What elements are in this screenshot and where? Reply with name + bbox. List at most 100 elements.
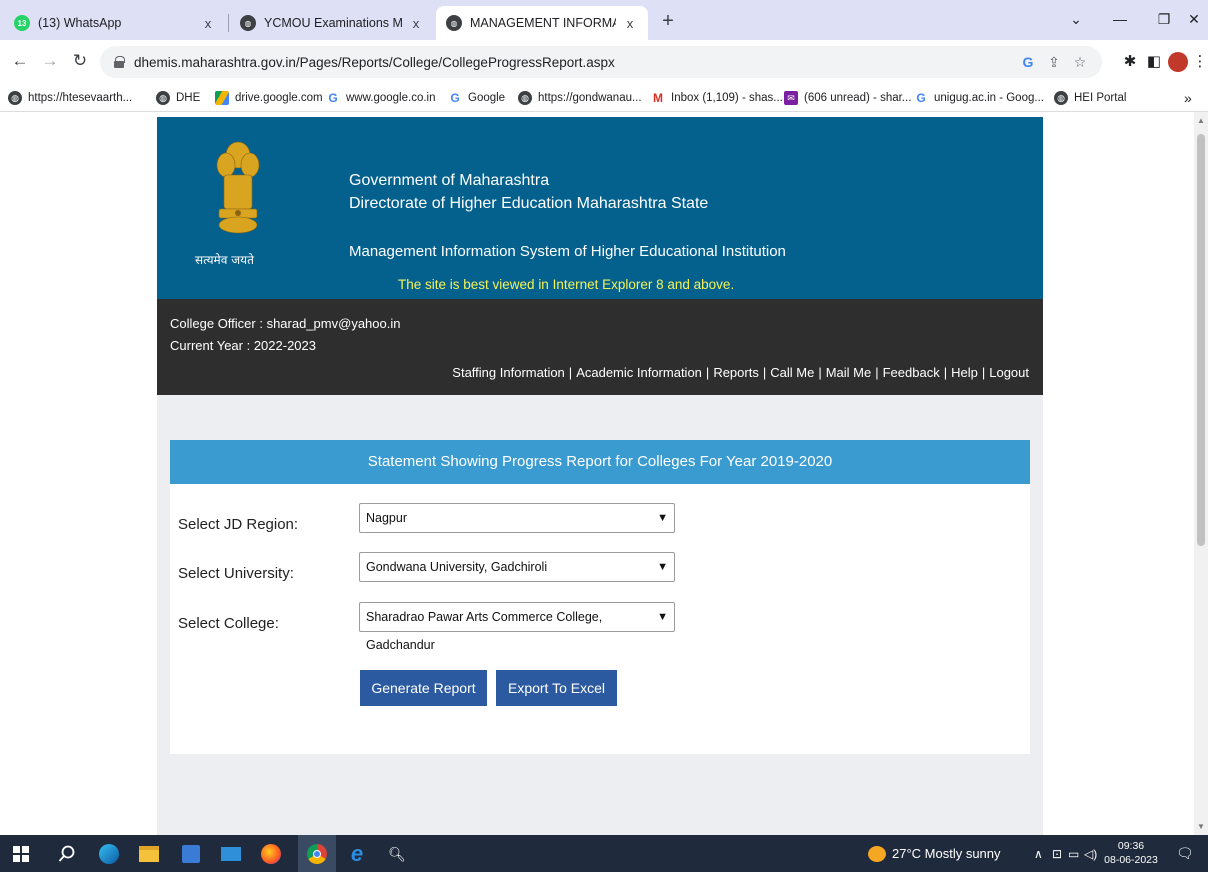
weather-widget[interactable]: 27°C Mostly sunny <box>868 835 1001 872</box>
page-viewport: सत्यमेव जयते Government of Maharashtra D… <box>0 112 1208 835</box>
bookmark-item[interactable]: ✉ (606 unread) - shar... <box>784 84 911 112</box>
tab-title: YCMOU Examinations May 2019 <box>264 16 402 30</box>
mail-icon: ✉ <box>784 91 798 105</box>
bookmark-item[interactable]: ◍ HEI Portal <box>1054 84 1126 112</box>
close-tab-icon[interactable]: x <box>408 16 424 31</box>
nav-separator: | <box>981 365 986 380</box>
nav-mail-me[interactable]: Mail Me <box>826 365 872 380</box>
vertical-scrollbar[interactable]: ▲ ▼ <box>1194 112 1208 835</box>
weather-text: 27°C Mostly sunny <box>892 846 1001 861</box>
clock-date: 08-06-2023 <box>1104 854 1158 866</box>
jd-region-select[interactable]: Nagpur ▼ <box>359 503 675 533</box>
current-year-text: Current Year : 2022-2023 <box>170 338 316 353</box>
whatsapp-icon: 13 <box>14 15 30 31</box>
tray-chevron-icon[interactable]: ∧ <box>1034 835 1043 872</box>
network-icon[interactable]: ▭ <box>1068 835 1079 872</box>
close-tab-icon[interactable]: x <box>200 16 216 31</box>
college-officer-text: College Officer : sharad_pmv@yahoo.in <box>170 316 401 331</box>
store-icon[interactable] <box>178 841 204 867</box>
internet-explorer-icon[interactable]: e <box>344 841 370 867</box>
windows-start-icon[interactable] <box>8 841 34 867</box>
address-bar[interactable]: dhemis.maharashtra.gov.in/Pages/Reports/… <box>100 46 1102 78</box>
nav-staffing-information[interactable]: Staffing Information <box>452 365 565 380</box>
main-nav: Staffing Information | Academic Informatio… <box>452 365 1029 380</box>
close-tab-icon[interactable]: x <box>622 16 638 31</box>
header-title: Government of Maharashtra <box>349 172 550 189</box>
bookmark-item[interactable]: G www.google.co.in <box>326 84 435 112</box>
nav-logout[interactable]: Logout <box>989 365 1029 380</box>
browser-tab-strip: 13 (13) WhatsApp x ◍ YCMOU Examinations … <box>0 0 1208 40</box>
meet-now-icon[interactable]: ⊡ <box>1052 835 1062 872</box>
tab-ycmou[interactable]: ◍ YCMOU Examinations May 2019 x <box>230 6 434 40</box>
back-arrow-icon[interactable]: ← <box>8 50 32 74</box>
user-info-bar: College Officer : sharad_pmv@yahoo.in Cu… <box>157 299 1043 395</box>
college-select[interactable]: Sharadrao Pawar Arts Commerce College, G… <box>359 602 675 652</box>
generate-report-button[interactable]: Generate Report <box>360 670 487 706</box>
firefox-icon[interactable] <box>258 841 284 867</box>
bookmark-label: https://gondwanau... <box>538 92 642 104</box>
university-value: Gondwana University, Gadchiroli <box>366 560 548 574</box>
bookmark-item[interactable]: ◍ DHE <box>156 84 200 112</box>
bookmark-item[interactable]: ◍ https://htesevaarth... <box>8 84 132 112</box>
profile-avatar-icon[interactable] <box>1166 50 1190 74</box>
nav-separator: | <box>943 365 948 380</box>
side-panel-icon[interactable]: ◧ <box>1142 50 1166 74</box>
tab-whatsapp[interactable]: 13 (13) WhatsApp x <box>4 6 226 40</box>
gmail-icon: M <box>653 91 663 105</box>
globe-icon: ◍ <box>518 91 532 105</box>
bookmark-item[interactable]: G Google <box>448 84 505 112</box>
edge-icon[interactable] <box>96 841 122 867</box>
tab-mis[interactable]: ◍ MANAGEMENT INFORMATION S x <box>436 6 648 40</box>
forward-arrow-icon[interactable]: → <box>38 50 62 74</box>
nav-help[interactable]: Help <box>951 365 978 380</box>
scrollbar-thumb[interactable] <box>1197 134 1205 546</box>
tab-title: (13) WhatsApp <box>38 16 122 30</box>
minimize-icon[interactable]: — <box>1098 0 1142 40</box>
bookmark-item[interactable]: drive.google.com <box>215 84 323 112</box>
nav-separator: | <box>818 365 822 380</box>
share-icon[interactable]: ⇪ <box>1044 52 1064 72</box>
college-value: Sharadrao Pawar Arts Commerce College, G… <box>366 610 603 652</box>
magnifier-icon[interactable]: 🔍︎ <box>384 841 410 867</box>
bookmark-label: unigug.ac.in - Goog... <box>934 92 1044 104</box>
nav-separator: | <box>875 365 879 380</box>
nav-call-me[interactable]: Call Me <box>770 365 814 380</box>
header-system-name: Management Information System of Higher … <box>349 243 786 260</box>
globe-icon: ◍ <box>446 15 462 31</box>
mail-icon[interactable] <box>218 841 244 867</box>
tab-title: MANAGEMENT INFORMATION S <box>470 16 616 30</box>
bookmark-star-icon[interactable]: ☆ <box>1070 52 1090 72</box>
window-close-icon[interactable]: ✕ <box>1172 0 1208 40</box>
browser-toolbar: ← → ↻ dhemis.maharashtra.gov.in/Pages/Re… <box>0 40 1208 84</box>
volume-icon[interactable]: ◁) <box>1084 835 1097 872</box>
bookmark-item[interactable]: ◍ https://gondwanau... <box>518 84 642 112</box>
bookmarks-overflow-button[interactable]: » <box>1184 84 1192 112</box>
reload-icon[interactable]: ↻ <box>68 50 92 74</box>
chrome-icon[interactable] <box>298 835 336 872</box>
new-tab-button[interactable]: + <box>656 10 680 34</box>
bookmarks-bar: ◍ https://htesevaarth... ◍ DHE drive.goo… <box>0 84 1208 112</box>
file-explorer-icon[interactable] <box>136 841 162 867</box>
system-clock[interactable]: 09:36 08-06-2023 <box>1104 839 1158 867</box>
bookmark-item[interactable]: M Inbox (1,109) - shas... <box>651 84 783 112</box>
export-to-excel-button[interactable]: Export To Excel <box>496 670 617 706</box>
lock-icon <box>114 56 125 68</box>
scroll-up-arrow-icon[interactable]: ▲ <box>1197 116 1205 125</box>
university-select[interactable]: Gondwana University, Gadchiroli ▼ <box>359 552 675 582</box>
search-icon[interactable] <box>54 841 80 867</box>
nav-academic-information[interactable]: Academic Information <box>576 365 702 380</box>
notifications-icon[interactable]: 🗨︎ <box>1176 835 1194 872</box>
scroll-down-arrow-icon[interactable]: ▼ <box>1197 822 1205 831</box>
bookmark-item[interactable]: G unigug.ac.in - Goog... <box>914 84 1044 112</box>
google-translate-icon[interactable]: G <box>1018 52 1038 72</box>
menu-kebab-icon[interactable]: ⋮ <box>1188 50 1208 74</box>
extensions-puzzle-icon[interactable]: ✱ <box>1118 50 1142 74</box>
nav-feedback[interactable]: Feedback <box>883 365 940 380</box>
windows-taskbar: e 🔍︎ 27°C Mostly sunny ∧ ⊡ ▭ ◁) 09:36 08… <box>0 835 1208 872</box>
tab-separator <box>228 14 229 32</box>
tab-search-icon[interactable]: ⌄ <box>1054 0 1098 40</box>
bookmark-label: (606 unread) - shar... <box>804 92 912 104</box>
emblem-caption: सत्यमेव जयते <box>195 253 254 267</box>
progress-report-form: Statement Showing Progress Report for Co… <box>170 440 1030 754</box>
nav-reports[interactable]: Reports <box>713 365 759 380</box>
